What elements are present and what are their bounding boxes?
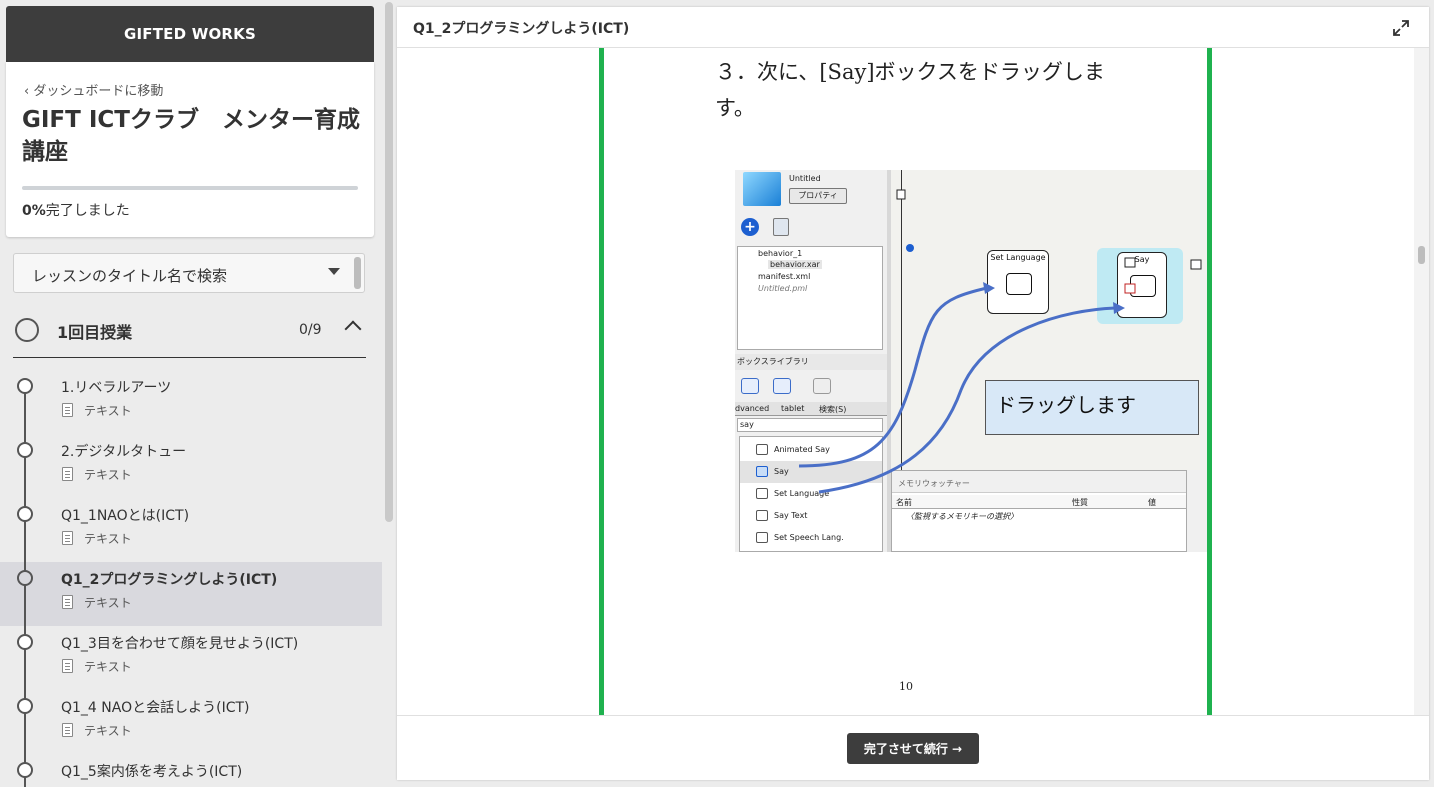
lesson-search-select[interactable]: レッスンのタイトル名で検索: [13, 253, 365, 293]
say-stop-port: [1124, 283, 1136, 294]
choregraphe-screenshot: Untitled プロパティ + behavior_1 behavior.xar…: [735, 170, 1207, 552]
lesson-title: Q1_5案内係を考えよう(ICT): [61, 764, 243, 780]
lesson-type: テキスト: [84, 660, 132, 674]
lesson-status-circle-icon: [17, 634, 33, 650]
lesson-item[interactable]: Q1_3目を合わせて顔を見せよう(ICT) テキスト: [0, 626, 382, 690]
lesson-type: テキスト: [84, 532, 132, 546]
document-viewer: ３．次に、[Say]ボックスをドラッグします。 Untitled プロパティ +…: [397, 48, 1414, 715]
select-scrollbar[interactable]: [354, 257, 361, 289]
lesson-type: テキスト: [84, 468, 132, 482]
lesson-panel: Q1_2プログラミングしよう(ICT) ３．次に、[Say]ボックスをドラッグし…: [397, 7, 1429, 780]
section-count: 0/9: [299, 322, 322, 338]
lesson-status-circle-icon: [17, 570, 33, 586]
lesson-search-label: レッスンのタイトル名で検索: [32, 267, 228, 285]
arrow-path: [818, 306, 1116, 494]
arrowhead: [983, 282, 995, 294]
progress-percent: 0%: [22, 203, 46, 219]
page-number: 10: [899, 680, 913, 693]
flow-input-port: [896, 189, 906, 200]
page-border-left: [599, 48, 604, 715]
caret-down-icon: [328, 268, 340, 275]
brand-header: GIFTED WORKS: [6, 6, 374, 62]
lesson-item[interactable]: Q1_5案内係を考えよう(ICT) テキスト: [0, 754, 382, 787]
lesson-title: Q1_1NAOとは(ICT): [61, 508, 190, 524]
chevron-left-icon: ‹: [24, 84, 34, 99]
text-document-icon: [62, 403, 73, 417]
course-title: GIFT ICTクラブ メンター育成講座: [22, 107, 360, 165]
course-card: ‹ ダッシュボードに移動 GIFT ICTクラブ メンター育成講座 0%完了しま…: [6, 62, 374, 237]
drag-arrows: [798, 189, 1202, 494]
sidebar-scrollbar[interactable]: [385, 2, 393, 522]
lesson-footer: 完了させて続行 →: [397, 715, 1429, 780]
progress-bar: [22, 186, 358, 190]
arrowhead: [1113, 302, 1125, 314]
progress-suffix: 完了しました: [45, 203, 130, 219]
lesson-item[interactable]: Q1_4 NAOと会話しよう(ICT) テキスト: [0, 690, 382, 754]
text-document-icon: [62, 467, 73, 481]
lesson-item[interactable]: Q1_1NAOとは(ICT) テキスト: [0, 498, 382, 562]
lesson-list: 1.リベラルアーツ テキスト 2.デジタルタトュー テキスト Q1_1NAOとは…: [0, 370, 382, 787]
text-document-icon: [62, 531, 73, 545]
flow-add-port: [906, 244, 914, 252]
step-instruction: ３．次に、[Say]ボックスをドラッグします。: [715, 60, 1105, 120]
lesson-header: Q1_2プログラミングしよう(ICT): [397, 7, 1429, 48]
lesson-status-circle-icon: [17, 698, 33, 714]
lesson-title: 2.デジタルタトュー: [61, 444, 187, 460]
lesson-title: Q1_4 NAOと会話しよう(ICT): [61, 700, 250, 716]
text-document-icon: [62, 659, 73, 673]
lesson-status-circle-icon: [17, 762, 33, 778]
viewer-scroll-thumb[interactable]: [1418, 246, 1425, 264]
page-border-right: [1207, 48, 1212, 715]
section-status-circle-icon: [15, 318, 39, 342]
lesson-type: テキスト: [84, 596, 132, 610]
chevron-up-icon[interactable]: [344, 320, 362, 338]
section-header[interactable]: 1回目授業 0/9: [13, 308, 366, 358]
progress-text: 0%完了しました: [22, 200, 130, 220]
lesson-item[interactable]: 2.デジタルタトュー テキスト: [0, 434, 382, 498]
sidebar: GIFTED WORKS ‹ ダッシュボードに移動 GIFT ICTクラブ メン…: [0, 0, 384, 787]
lesson-item[interactable]: 1.リベラルアーツ テキスト: [0, 370, 382, 434]
back-to-dashboard-link[interactable]: ‹ ダッシュボードに移動: [24, 80, 163, 99]
section-title: 1回目授業: [57, 323, 133, 342]
lesson-title: Q1_3目を合わせて顔を見せよう(ICT): [61, 636, 299, 652]
text-document-icon: [62, 595, 73, 609]
viewer-scrollbar[interactable]: [1414, 48, 1429, 715]
expand-icon[interactable]: [1391, 18, 1411, 38]
complete-continue-button[interactable]: 完了させて続行 →: [847, 733, 979, 764]
lesson-type: テキスト: [84, 724, 132, 738]
say-output-port: [1190, 259, 1202, 270]
lesson-status-circle-icon: [17, 506, 33, 522]
lesson-status-circle-icon: [17, 378, 33, 394]
lesson-item-active[interactable]: Q1_2プログラミングしよう(ICT) テキスト: [0, 562, 382, 626]
lesson-title-heading: Q1_2プログラミングしよう(ICT): [413, 21, 630, 37]
back-link-label: ダッシュボードに移動: [33, 84, 164, 99]
lesson-type: テキスト: [84, 404, 132, 418]
lesson-title: Q1_2プログラミングしよう(ICT): [61, 572, 278, 588]
lesson-status-circle-icon: [17, 442, 33, 458]
arrow-path: [798, 286, 988, 468]
lesson-title: 1.リベラルアーツ: [61, 380, 172, 396]
say-input-port: [1124, 257, 1136, 268]
text-document-icon: [62, 723, 73, 737]
